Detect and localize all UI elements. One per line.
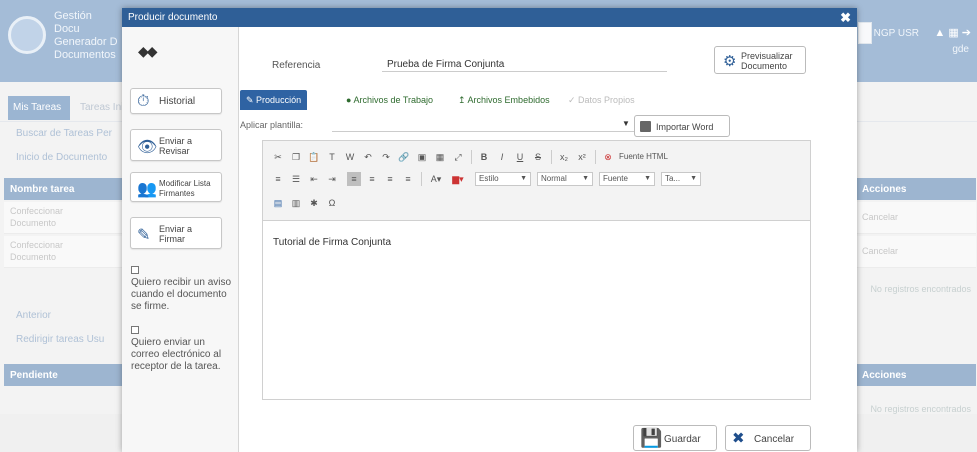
- replace-icon[interactable]: ▥: [289, 196, 303, 210]
- tab-produccion[interactable]: ✎ Producción: [240, 90, 308, 110]
- toolbar-separator: [471, 150, 472, 164]
- redo-icon[interactable]: ↷: [379, 150, 393, 164]
- outdent-icon[interactable]: ⇤: [307, 172, 321, 186]
- underline-icon[interactable]: U: [513, 150, 527, 164]
- history-button[interactable]: ⏱ Historial: [130, 88, 222, 114]
- clock-icon: ⏱: [137, 93, 150, 110]
- tab-label: Datos Propios: [578, 95, 635, 105]
- send-to-review-button[interactable]: 👁 Enviar a Revisar: [130, 129, 222, 161]
- modify-signers-label: Modificar Lista Firmantes: [159, 179, 211, 198]
- paste-text-icon[interactable]: T: [325, 150, 339, 164]
- produce-document-modal: Producir documento ✖ ◆◆ ⏱ Historial 👁 En…: [122, 8, 857, 452]
- history-label: Historial: [159, 96, 196, 107]
- modal-title: Producir documento: [128, 12, 218, 23]
- text-color-icon[interactable]: A▾: [427, 172, 445, 186]
- modal-header: Producir documento ✖: [122, 8, 857, 27]
- template-select[interactable]: [332, 118, 637, 132]
- font-select[interactable]: Fuente ▼: [599, 172, 655, 186]
- tab-label: Producción: [256, 95, 302, 105]
- tab-archivos-embebidos[interactable]: ↥ Archivos Embebidos: [452, 90, 556, 110]
- copy-icon[interactable]: ❐: [289, 150, 303, 164]
- send-email-label: Quiero enviar un correo electrónico al r…: [131, 337, 222, 372]
- chevron-down-icon: ▼: [644, 175, 651, 182]
- italic-icon[interactable]: I: [495, 150, 509, 164]
- tab-archivos-trabajo[interactable]: ● Archivos de Trabajo: [340, 90, 439, 110]
- cancel-label: Cancelar: [754, 434, 795, 445]
- floppy-icon: 💾: [640, 428, 663, 448]
- chevron-down-icon: ▼: [582, 175, 589, 182]
- select-all-icon[interactable]: ✱: [307, 196, 321, 210]
- cut-icon[interactable]: ✂: [271, 150, 285, 164]
- notify-on-sign-label: Quiero recibir un aviso cuando el docume…: [131, 277, 232, 312]
- editor-toolbar: ✂ ❐ 📋 T W ↶ ↷ 🔗 ▣ ▦ ⤢ B I U S x₂ x² ⊗ Fu…: [263, 141, 810, 221]
- rich-text-editor: ✂ ❐ 📋 T W ↶ ↷ 🔗 ▣ ▦ ⤢ B I U S x₂ x² ⊗ Fu…: [262, 140, 811, 400]
- modal-sidebar: ◆◆ ⏱ Historial 👁 Enviar a Revisar 👥 Modi…: [122, 27, 239, 452]
- table-icon[interactable]: ▦: [433, 150, 447, 164]
- style-select-value: Estilo: [479, 174, 499, 183]
- superscript-icon[interactable]: x²: [575, 150, 589, 164]
- align-right-icon[interactable]: ≡: [383, 172, 397, 186]
- remove-format-icon[interactable]: ⊗: [601, 150, 615, 164]
- find-icon[interactable]: ▤: [271, 196, 285, 210]
- editor-content[interactable]: Tutorial de Firma Conjunta: [273, 237, 391, 248]
- size-select-value: Ta...: [665, 174, 681, 183]
- toolbar-separator: [551, 150, 552, 164]
- tab-label: Archivos Embebidos: [467, 95, 550, 105]
- paste-word-icon[interactable]: W: [343, 150, 357, 164]
- tab-label: Archivos de Trabajo: [353, 95, 433, 105]
- pen-icon: ✎: [137, 227, 151, 244]
- save-label: Guardar: [664, 434, 701, 445]
- toolbar-separator: [421, 172, 422, 186]
- send-email-checkbox[interactable]: [131, 326, 139, 334]
- eye-icon: 👁: [137, 139, 158, 156]
- bg-color-icon[interactable]: ▆▾: [449, 172, 467, 186]
- bold-icon[interactable]: B: [477, 150, 491, 164]
- align-justify-icon[interactable]: ≡: [401, 172, 415, 186]
- link-icon[interactable]: 🔗: [397, 150, 411, 164]
- send-to-sign-label: Enviar a Firmar: [159, 224, 193, 244]
- notify-on-sign-checkbox[interactable]: [131, 266, 139, 274]
- source-html-button[interactable]: Fuente HTML: [619, 150, 668, 164]
- format-select[interactable]: Normal ▼: [537, 172, 593, 186]
- chevron-down-icon: ▼: [690, 175, 697, 182]
- template-label: Aplicar plantilla:: [240, 120, 304, 130]
- x-icon: ✖: [732, 430, 745, 447]
- toolbar-separator: [595, 150, 596, 164]
- send-to-review-label: Enviar a Revisar: [159, 136, 193, 156]
- indent-icon[interactable]: ⇥: [325, 172, 339, 186]
- close-icon[interactable]: ✖: [840, 10, 851, 26]
- glasses-icon: ◆◆: [138, 43, 157, 59]
- subscript-icon[interactable]: x₂: [557, 150, 571, 164]
- modify-signers-button[interactable]: 👥 Modificar Lista Firmantes: [130, 172, 222, 202]
- style-select[interactable]: Estilo ▼: [475, 172, 531, 186]
- paste-icon[interactable]: 📋: [307, 150, 321, 164]
- gear-icon: ⚙: [723, 53, 737, 70]
- image-icon[interactable]: ▣: [415, 150, 429, 164]
- maximize-icon[interactable]: ⤢: [451, 150, 465, 164]
- numbered-list-icon[interactable]: ≡: [271, 172, 285, 186]
- reference-label: Referencia: [272, 60, 321, 71]
- special-char-icon[interactable]: Ω: [325, 196, 339, 210]
- import-word-button[interactable]: Importar Word: [634, 115, 730, 137]
- format-select-value: Normal: [541, 174, 567, 183]
- strikethrough-icon[interactable]: S: [531, 150, 545, 164]
- preview-document-label: Previsualizar Documento: [741, 51, 793, 71]
- align-left-icon[interactable]: ≡: [347, 172, 361, 186]
- reference-input[interactable]: [382, 58, 667, 72]
- cancel-button[interactable]: ✖ Cancelar: [725, 425, 811, 451]
- tab-datos-propios: ✓ Datos Propios: [568, 95, 635, 105]
- save-button[interactable]: 💾 Guardar: [633, 425, 717, 451]
- bullet-list-icon[interactable]: ☰: [289, 172, 303, 186]
- undo-icon[interactable]: ↶: [361, 150, 375, 164]
- preview-document-button[interactable]: ⚙ Previsualizar Documento: [714, 46, 806, 74]
- size-select[interactable]: Ta... ▼: [661, 172, 701, 186]
- chevron-down-icon[interactable]: ▼: [622, 119, 630, 128]
- chevron-down-icon: ▼: [520, 175, 527, 182]
- font-select-value: Fuente: [603, 174, 628, 183]
- users-icon: 👥: [137, 181, 157, 198]
- word-icon: [640, 121, 651, 132]
- import-word-label: Importar Word: [656, 122, 714, 132]
- send-to-sign-button[interactable]: ✎ Enviar a Firmar: [130, 217, 222, 249]
- align-center-icon[interactable]: ≡: [365, 172, 379, 186]
